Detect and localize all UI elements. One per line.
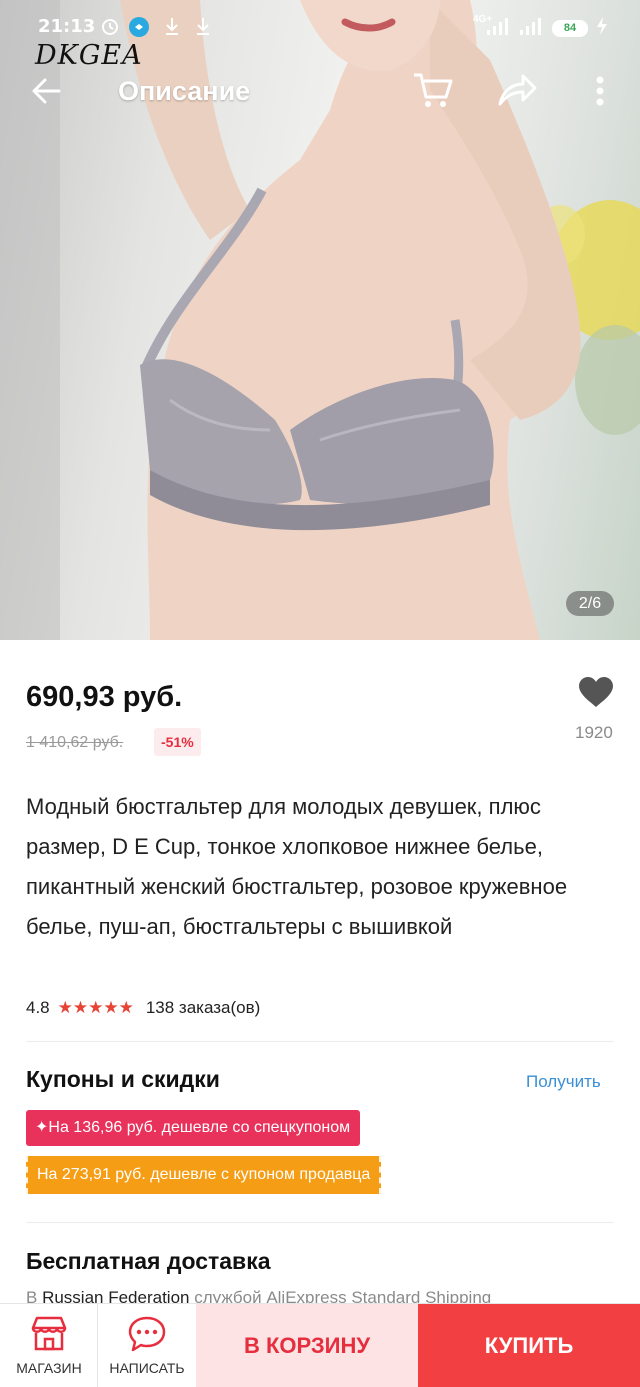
message-button[interactable]: НАПИСАТЬ	[98, 1304, 196, 1387]
divider	[26, 1041, 614, 1042]
heart-icon[interactable]	[578, 676, 614, 713]
page-title: Описание	[118, 76, 251, 106]
discount-badge: -51%	[154, 728, 201, 756]
seller-coupon[interactable]: На 273,91 руб. дешевле с купоном продавц…	[26, 1156, 382, 1194]
status-time: 21:13	[38, 16, 96, 37]
product-image[interactable]: 21:13 4G+ 84 DKGEA Описание 2/6	[0, 0, 640, 640]
coupons-title: Купоны и скидки	[26, 1066, 220, 1092]
orders-count: 138 заказа(ов)	[145, 998, 261, 1017]
shipping-title: Бесплатная доставка	[26, 1248, 271, 1274]
product-price: 690,93 руб.	[26, 681, 183, 713]
rating-stars: ★★★★★	[57, 998, 134, 1017]
buy-now-button[interactable]: КУПИТЬ	[418, 1304, 640, 1387]
bottom-action-bar: МАГАЗИН НАПИСАТЬ В КОРЗИНУ КУПИТЬ	[0, 1303, 640, 1387]
divider	[26, 1222, 614, 1223]
special-coupon[interactable]: ✦На 136,96 руб. дешевле со спецкупоном	[26, 1110, 361, 1146]
wishlist-count: 1920	[575, 723, 613, 742]
message-label: НАПИСАТЬ	[109, 1360, 185, 1376]
old-price: 1 410,62 руб.	[26, 734, 124, 751]
store-label: МАГАЗИН	[16, 1360, 82, 1376]
store-button[interactable]: МАГАЗИН	[0, 1304, 98, 1387]
brand-logo: DKGEA	[35, 40, 143, 71]
get-coupons-link[interactable]: Получить	[526, 1072, 601, 1092]
add-to-cart-button[interactable]: В КОРЗИНУ	[196, 1304, 418, 1387]
rating-value: 4.8	[26, 998, 50, 1017]
chat-icon	[128, 1316, 166, 1352]
product-photo	[0, 0, 640, 640]
image-page-indicator: 2/6	[566, 591, 614, 616]
rating-row[interactable]: 4.8 ★★★★★ 138 заказа(ов)	[26, 998, 260, 1018]
product-title: Модный бюстгальтер для молодых девушек, …	[26, 794, 568, 939]
battery-indicator: 84	[552, 20, 588, 37]
store-icon	[31, 1316, 67, 1351]
